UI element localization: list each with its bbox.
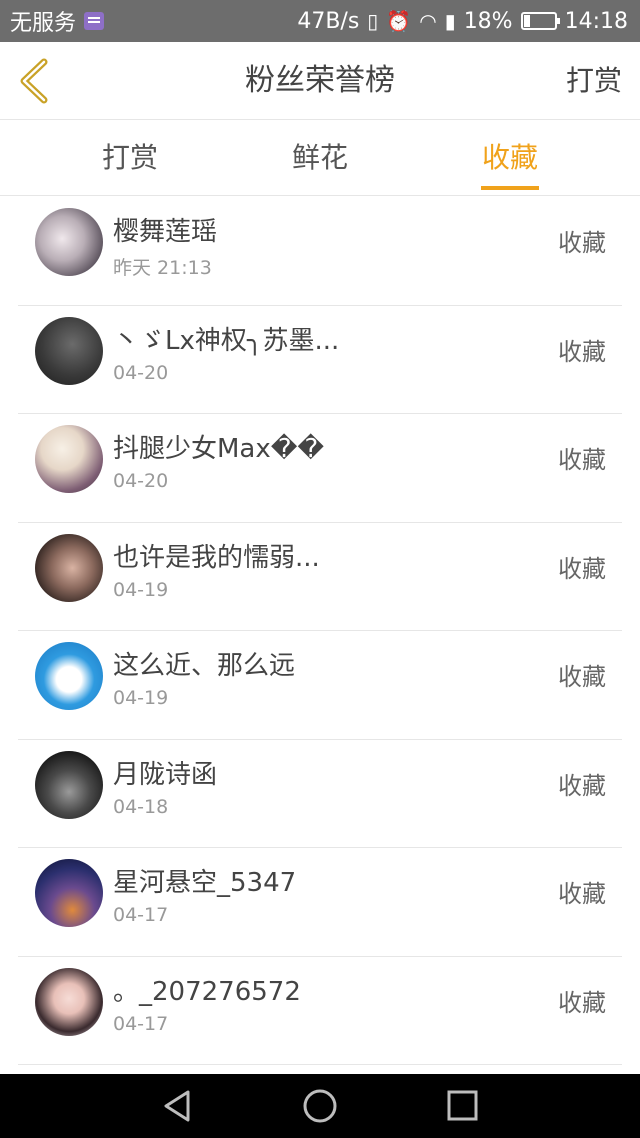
timestamp: 04-18 [113,795,169,818]
avatar[interactable] [35,316,103,385]
avatar[interactable] [35,533,103,602]
user-name: 樱舞莲瑶 [113,217,218,247]
battery-percent: 18% [463,8,513,34]
keyboard-icon [84,12,105,30]
user-name: 丶ゞLx神权╮苏墨... [113,325,340,356]
list-item[interactable]: 星河悬空_5347 04-17 收藏 [18,848,622,957]
timestamp: 04-17 [113,1012,169,1035]
avatar[interactable] [35,750,103,819]
tip-button[interactable]: 打赏 [566,42,622,120]
avatar[interactable] [35,208,103,276]
list-item[interactable]: 抖腿少女Max�� 04-20 收藏 [18,414,622,523]
fan-list: 樱舞莲瑶 昨天 21:13 收藏 丶ゞLx神权╮苏墨... 04-20 收藏 抖… [0,197,640,1065]
battery-icon [520,12,560,30]
tab-tip[interactable]: 打赏 [70,120,190,196]
tab-favorites[interactable]: 收藏 [450,120,570,196]
alarm-icon: ⏰ [386,9,412,33]
list-item[interactable]: 也许是我的懦弱... 04-19 收藏 [18,523,622,631]
user-name: 这么近、那么远 [113,651,296,681]
vibrate-icon: ▯ [367,9,379,33]
action-label: 收藏 [558,988,606,1017]
network-speed: 47B/s [297,8,360,34]
carrier-text: 无服务 [10,11,77,36]
timestamp: 昨天 21:13 [113,257,212,279]
avatar[interactable] [35,425,103,493]
action-label: 收藏 [558,337,606,366]
user-name: 月陇诗函 [113,759,218,790]
system-nav-bar [0,1074,640,1138]
timestamp: 04-17 [113,904,169,926]
clock: 14:18 [564,8,628,34]
status-bar: 无服务 47B/s ▯ ⏰ ◠ ▮ 18% 14:18 [0,0,640,42]
list-item[interactable]: 月陇诗函 04-18 收藏 [18,740,622,848]
timestamp: 04-20 [113,470,169,492]
timestamp: 04-19 [113,578,169,601]
tab-flowers[interactable]: 鲜花 [260,120,380,196]
action-label: 收藏 [558,446,606,474]
avatar[interactable] [35,859,103,927]
nav-home-icon [303,1089,337,1123]
list-item[interactable]: 这么近、那么远 04-19 收藏 [18,631,622,740]
action-label: 收藏 [558,554,606,583]
timestamp: 04-19 [113,687,169,709]
avatar[interactable] [35,967,103,1036]
user-name: 也许是我的懦弱... [113,542,320,573]
action-label: 收藏 [558,771,606,800]
app-header: 粉丝荣誉榜 打赏 [0,42,640,120]
sim-icon: ▮ [444,9,456,33]
active-tab-indicator [481,186,539,190]
action-label: 收藏 [558,229,606,257]
nav-back-icon [164,1090,190,1122]
timestamp: 04-20 [113,361,169,384]
page-title: 粉丝荣誉榜 [245,63,395,98]
tab-bar: 打赏 鲜花 收藏 [0,120,640,196]
avatar[interactable] [35,642,103,710]
list-item[interactable]: 丶ゞLx神权╮苏墨... 04-20 收藏 [18,306,622,414]
wifi-icon: ◠ [419,9,437,33]
action-label: 收藏 [558,663,606,691]
nav-recents-button[interactable] [442,1088,482,1124]
nav-home-button[interactable] [300,1088,340,1124]
action-label: 收藏 [558,880,606,908]
list-item[interactable]: 。_207276572 04-17 收藏 [18,957,622,1065]
user-name: 。_207276572 [113,976,301,1007]
nav-back-button[interactable] [158,1088,198,1124]
user-name: 抖腿少女Max�� [113,434,325,464]
list-item[interactable]: 樱舞莲瑶 昨天 21:13 收藏 [18,197,622,306]
user-name: 星河悬空_5347 [113,868,297,898]
nav-recents-icon [447,1090,478,1121]
